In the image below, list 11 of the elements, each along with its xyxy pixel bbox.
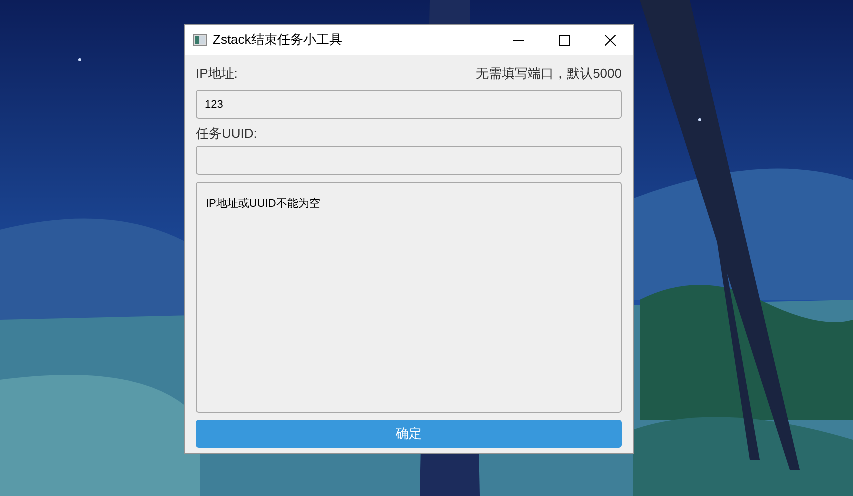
ip-label: IP地址: [196, 65, 238, 84]
ip-field[interactable]: 123 [196, 90, 622, 119]
port-hint: 无需填写端口，默认5000 [476, 65, 622, 84]
uuid-field[interactable] [196, 146, 622, 175]
output-area[interactable]: IP地址或UUID不能为空 [196, 182, 622, 413]
uuid-label: 任务UUID: [196, 125, 258, 143]
maximize-icon [558, 34, 570, 46]
app-icon [193, 34, 207, 46]
close-icon [604, 34, 616, 46]
window-title: Zstack结束任务小工具 [213, 31, 344, 50]
error-message: IP地址或UUID不能为空 [206, 198, 320, 210]
